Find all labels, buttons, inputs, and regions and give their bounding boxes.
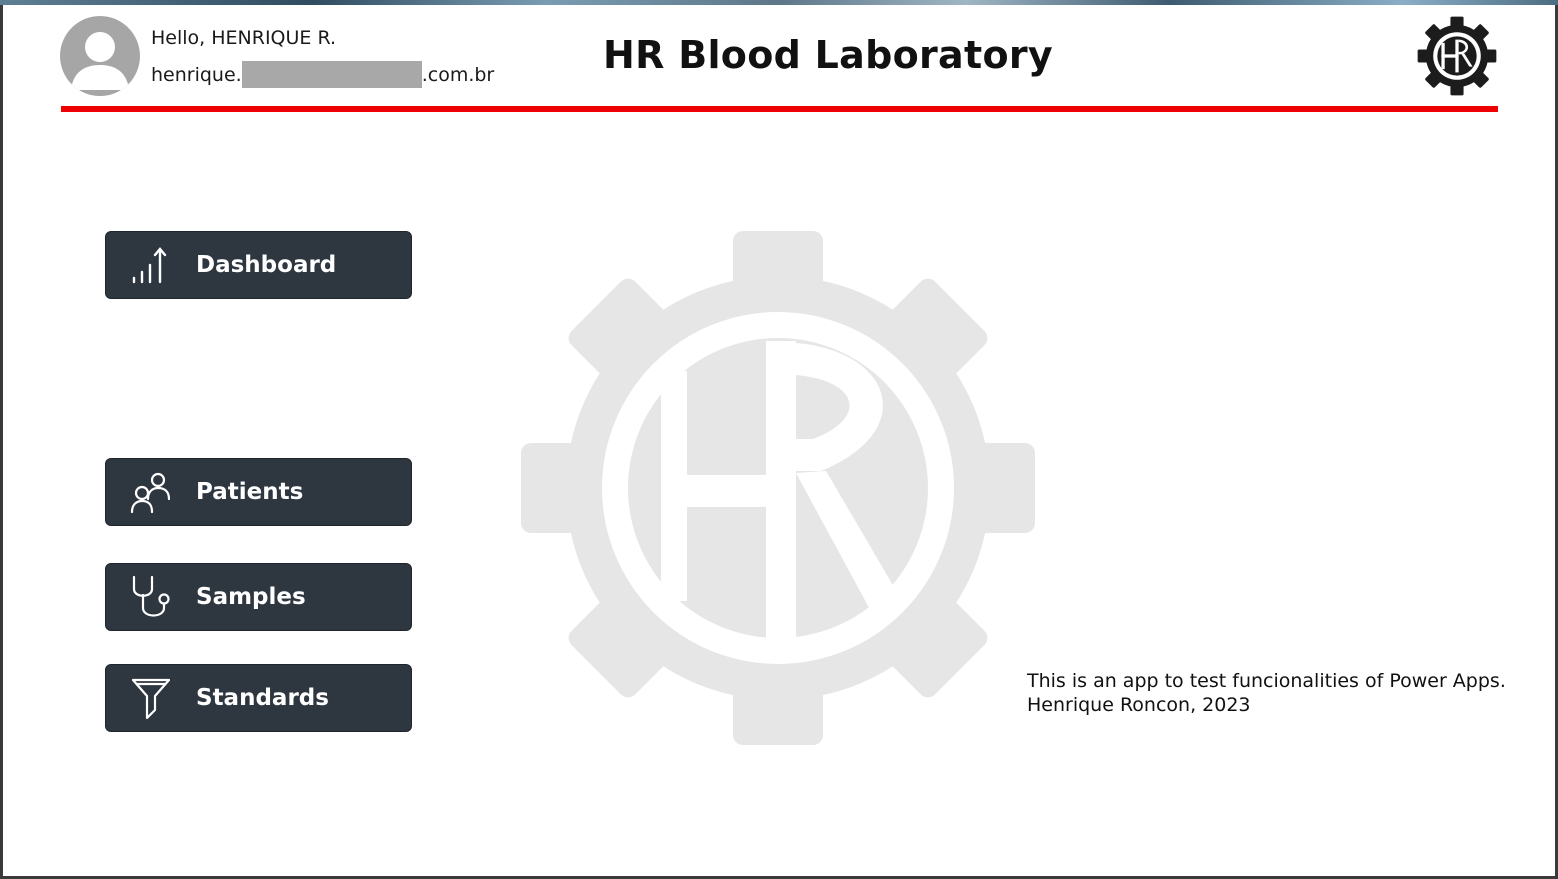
user-greeting: Hello, HENRIQUE R.: [151, 27, 337, 49]
bar-chart-up-icon: [128, 242, 174, 288]
standards-button[interactable]: Standards: [105, 664, 412, 732]
user-email: henrique. .com.br: [151, 61, 494, 88]
app-info-line-2: Henrique Roncon, 2023: [1027, 694, 1251, 716]
standards-label: Standards: [196, 685, 329, 711]
app-info-line-1: This is an app to test funcionalities of…: [1027, 670, 1506, 692]
dashboard-label: Dashboard: [196, 252, 337, 278]
people-icon: [128, 469, 174, 515]
person-silhouette-icon: [71, 32, 129, 90]
app-screen: Hello, HENRIQUE R. henrique. .com.br HR …: [3, 5, 1555, 876]
hr-gear-watermark-icon: [521, 231, 1035, 745]
email-prefix: henrique.: [151, 63, 242, 86]
email-redaction: [241, 61, 422, 88]
funnel-icon: [128, 675, 174, 721]
patients-button[interactable]: Patients: [105, 458, 412, 526]
app-title: HR Blood Laboratory: [603, 33, 1053, 77]
user-avatar: [60, 16, 140, 96]
app-info-text: This is an app to test funcionalities of…: [1027, 669, 1506, 717]
hr-gear-logo-icon: [1416, 15, 1498, 97]
header-divider: [61, 106, 1498, 112]
dashboard-button[interactable]: Dashboard: [105, 231, 412, 299]
stethoscope-icon: [128, 574, 174, 620]
samples-label: Samples: [196, 584, 306, 610]
patients-label: Patients: [196, 479, 304, 505]
samples-button[interactable]: Samples: [105, 563, 412, 631]
email-suffix: .com.br: [421, 63, 495, 86]
